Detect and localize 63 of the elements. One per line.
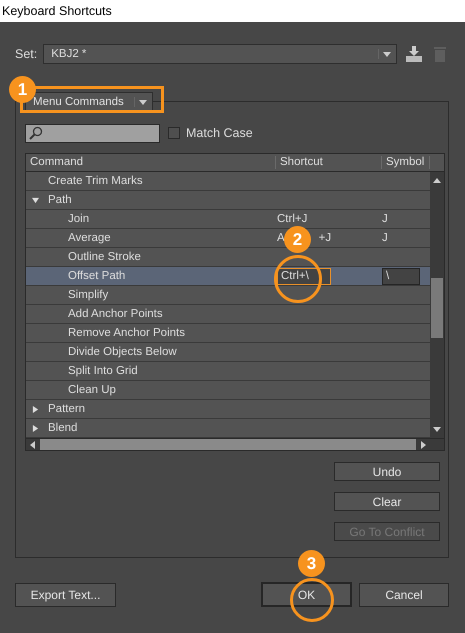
shortcut-text: Ctrl+J (277, 213, 308, 225)
collapse-triangle-icon[interactable] (32, 424, 39, 432)
shortcut-field[interactable]: Ctrl+\ (277, 268, 331, 284)
scrollbar-thumb[interactable] (40, 439, 416, 450)
table-row[interactable]: Offset Path Ctrl+\ \ (26, 267, 430, 286)
cancel-button[interactable]: Cancel (359, 582, 449, 606)
command-label: Remove Anchor Points (68, 327, 185, 339)
command-label: Create Trim Marks (48, 175, 143, 187)
table-row[interactable]: Path (26, 191, 430, 210)
column-header[interactable]: Symbol (382, 156, 430, 169)
scroll-up-icon[interactable] (433, 178, 441, 184)
command-label: Offset Path (68, 270, 126, 282)
command-label: Divide Objects Below (68, 346, 177, 358)
command-label: Average (68, 232, 111, 244)
table-row[interactable]: Create Trim Marks (26, 172, 430, 191)
symbol-text: J (382, 232, 388, 244)
table-row[interactable]: Remove Anchor Points (26, 324, 430, 343)
table-row[interactable]: Simplify (26, 286, 430, 305)
table-row[interactable]: Pattern (26, 400, 430, 419)
command-label: Outline Stroke (68, 251, 141, 263)
command-label: Add Anchor Points (68, 308, 163, 320)
action-button[interactable]: Undo (334, 462, 440, 481)
command-label: Join (68, 213, 90, 225)
ok-button[interactable]: OK (261, 582, 352, 607)
scroll-right-icon[interactable] (420, 440, 426, 448)
table-row[interactable]: Clean Up (26, 381, 430, 400)
command-label: Path (48, 194, 72, 206)
dropdown-caret-icon (134, 97, 150, 107)
set-label: Set: (15, 47, 38, 61)
command-label: Clean Up (68, 384, 116, 396)
command-label: Pattern (48, 403, 86, 415)
scrollbar-thumb[interactable] (431, 278, 443, 338)
shortcut-text: A (277, 232, 285, 244)
window-title: Keyboard Shortcuts (2, 4, 112, 18)
save-icon[interactable] (405, 45, 423, 63)
highlight-circle (274, 255, 322, 303)
command-label: Blend (48, 422, 78, 434)
set-dropdown[interactable]: KBJ2 * (43, 44, 397, 64)
export-text-button[interactable]: Export Text... (15, 582, 116, 606)
symbol-field[interactable]: \ (382, 268, 420, 284)
scroll-left-icon[interactable] (30, 440, 36, 448)
table-row[interactable]: Split Into Grid (26, 362, 430, 381)
dropdown-caret-icon (378, 49, 394, 59)
search-icon (29, 126, 43, 140)
command-label: Split Into Grid (68, 365, 138, 377)
match-case-label: Match Case (186, 126, 253, 140)
column-header[interactable]: Shortcut (276, 156, 382, 169)
highlight-circle (290, 578, 334, 622)
horizontal-scrollbar[interactable] (26, 438, 444, 450)
action-button[interactable]: Clear (334, 492, 440, 511)
column-header[interactable]: Command (26, 156, 276, 169)
symbol-text: J (382, 213, 388, 225)
command-label: Simplify (68, 289, 108, 301)
shortcut-text: +J (318, 232, 332, 244)
vertical-scrollbar[interactable] (430, 172, 444, 438)
callout-badge: 3 (298, 550, 325, 577)
table-row[interactable]: Add Anchor Points (26, 305, 430, 324)
collapse-triangle-icon[interactable] (32, 406, 39, 412)
scroll-down-icon[interactable] (433, 426, 441, 432)
table-row[interactable]: Divide Objects Below (26, 343, 430, 362)
match-case-checkbox[interactable] (168, 127, 180, 139)
expand-triangle-icon[interactable] (32, 196, 39, 204)
search-field[interactable] (25, 124, 160, 142)
